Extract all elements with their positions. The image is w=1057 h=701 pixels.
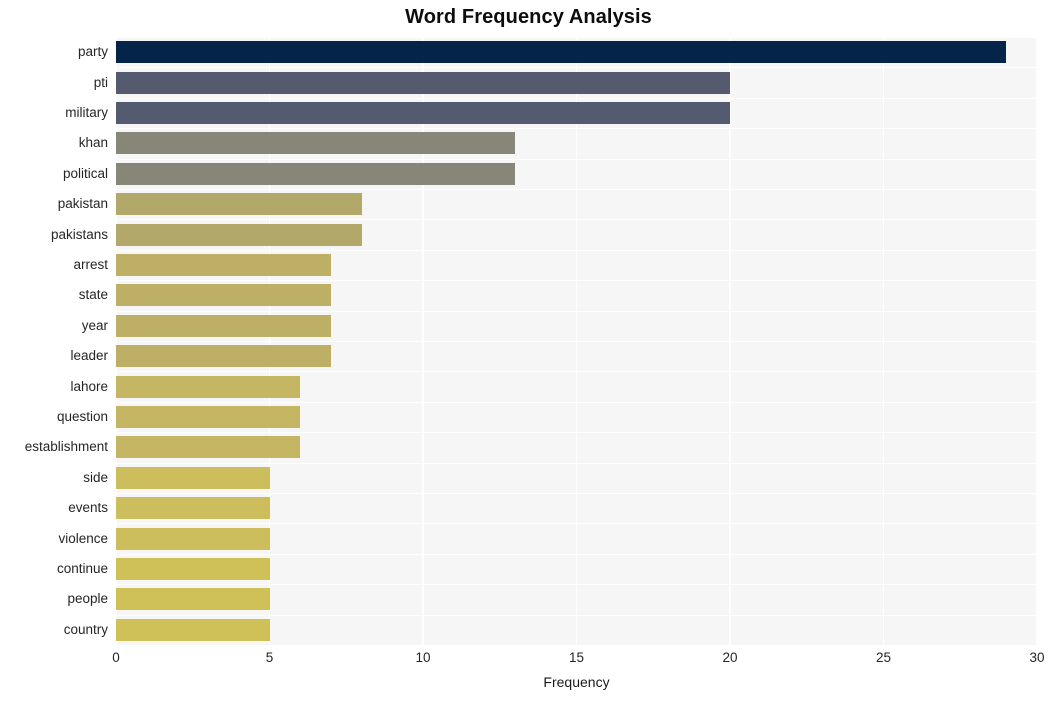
chart-title: Word Frequency Analysis [405,6,652,28]
y-tick-label: lahore [70,378,108,394]
y-tick-label: side [83,469,108,485]
y-tick-label: arrest [73,257,108,272]
y-tick-label: state [78,287,108,303]
x-tick-label: 5 [265,650,274,665]
y-tick-label: establishment [24,439,108,455]
x-tick-label: 25 [875,650,892,665]
y-tick-label: people [67,591,108,607]
x-tick-label: 0 [112,650,120,665]
y-tick-label: pti [93,74,108,90]
x-axis-tick-labels: 0 5 10 15 20 25 30 [112,650,1044,672]
x-tick-label: 30 [1029,650,1045,665]
y-axis-tick-labels: party pti military khan political pakistan pak… [0,37,1057,645]
y-tick-label: year [81,317,108,333]
y-tick-label: military [65,105,108,120]
y-tick-label: leader [70,348,108,364]
y-tick-label: khan [78,135,108,151]
x-tick-label: 15 [568,650,585,665]
y-tick-label: political [62,165,108,181]
y-tick-label: party [77,44,108,60]
x-tick-label: 20 [722,650,738,665]
y-tick-label: events [68,500,108,516]
chart-figure: Word Frequency Analysis party pti military… [0,0,1057,701]
y-tick-label: violence [58,530,108,546]
x-axis-label: Frequency [543,674,610,690]
y-tick-label: pakistans [50,226,108,242]
y-tick-label: pakistan [57,196,108,212]
y-tick-label: question [56,409,108,424]
y-tick-label: continue [56,561,108,576]
x-tick-label: 10 [415,650,431,665]
y-tick-label: country [63,621,108,637]
